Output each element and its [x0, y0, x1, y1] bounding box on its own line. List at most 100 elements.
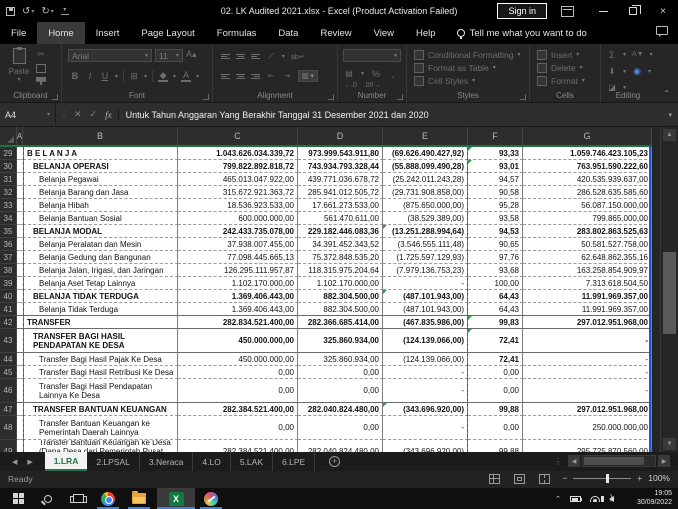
- cell-g37[interactable]: 62.648.862.355,16: [523, 251, 652, 264]
- expand-formula-bar-icon[interactable]: ▾: [662, 111, 678, 119]
- cell-c32[interactable]: 315.672.921.363,72: [178, 186, 298, 199]
- cell-g40[interactable]: 11.991.969.357,00: [523, 290, 652, 303]
- normal-view-icon[interactable]: [489, 474, 500, 484]
- find-select-icon[interactable]: ◉: [632, 66, 642, 77]
- page-layout-view-icon[interactable]: [514, 474, 525, 484]
- cell-g31[interactable]: 420.535.939.637,00: [523, 173, 652, 186]
- wrap-text-icon[interactable]: ab↵: [291, 51, 305, 62]
- row-header-34[interactable]: 34: [0, 212, 17, 225]
- row-header-40[interactable]: 40: [0, 290, 17, 303]
- cell-d49[interactable]: 282.040.824.480,00: [298, 440, 383, 452]
- cell-e46[interactable]: -: [383, 379, 468, 403]
- taskbar-search-icon[interactable]: [36, 488, 60, 509]
- styles-button-format-as-table[interactable]: Format as Table▾: [414, 61, 521, 74]
- sign-in-button[interactable]: Sign in: [497, 3, 547, 19]
- cell-f48[interactable]: 0,00: [468, 416, 523, 440]
- styles-button-conditional-formatting[interactable]: Conditional Formatting▾: [414, 48, 521, 61]
- paste-button[interactable]: Paste ▾: [6, 48, 32, 90]
- column-header-c[interactable]: C: [178, 127, 298, 145]
- cell-e35[interactable]: (13.251.288.994,64): [383, 225, 468, 238]
- insert-function-icon[interactable]: fx: [105, 110, 112, 120]
- row-header-37[interactable]: 37: [0, 251, 17, 264]
- row-header-31[interactable]: 31: [0, 173, 17, 186]
- decrease-decimal-icon[interactable]: .00→: [364, 82, 381, 89]
- styles-dialog-launcher[interactable]: [520, 94, 526, 100]
- cell-f43[interactable]: 72,41: [468, 328, 523, 353]
- italic-icon[interactable]: I: [85, 71, 95, 82]
- menu-tab-view[interactable]: View: [363, 22, 405, 44]
- hscroll-splitter[interactable]: ⋮: [554, 457, 562, 466]
- row-header-33[interactable]: 33: [0, 199, 17, 212]
- ribbon-display-options-icon[interactable]: [561, 6, 574, 17]
- cell-b40[interactable]: BELANJA TIDAK TERDUGA: [23, 290, 178, 303]
- next-sheet-arrow[interactable]: ▶: [27, 458, 32, 466]
- cell-g45[interactable]: -: [523, 366, 652, 379]
- cell-f49[interactable]: 99,88: [468, 440, 523, 452]
- menu-tab-home[interactable]: Home: [37, 22, 84, 44]
- cell-f38[interactable]: 93,68: [468, 264, 523, 277]
- cell-f35[interactable]: 94,53: [468, 225, 523, 238]
- menu-tab-file[interactable]: File: [0, 22, 37, 44]
- zoom-level[interactable]: 100%: [648, 473, 670, 483]
- cell-d45[interactable]: 0,00: [298, 366, 383, 379]
- scroll-right-arrow[interactable]: ▶: [658, 455, 670, 467]
- fill-color-icon[interactable]: ◆: [158, 71, 168, 82]
- cell-c34[interactable]: 600.000.000,00: [178, 212, 298, 225]
- cell-b45[interactable]: Transfer Bagi Hasil Retribusi Ke Desa: [23, 366, 178, 379]
- cell-e45[interactable]: -: [383, 366, 468, 379]
- top-align-icon[interactable]: [221, 53, 230, 60]
- cell-e29[interactable]: (69.626.490.427,92): [383, 147, 468, 160]
- cell-c39[interactable]: 1.102.170.000,00: [178, 277, 298, 290]
- cell-b34[interactable]: Belanja Bantuan Sosial: [23, 212, 178, 225]
- cell-c35[interactable]: 242.433.735.078,00: [178, 225, 298, 238]
- cell-d47[interactable]: 282.040.824.480,00: [298, 402, 383, 416]
- sheet-tab-1-lra[interactable]: 1.LRA: [45, 452, 88, 471]
- cell-d34[interactable]: 561.470.611,00: [298, 212, 383, 225]
- cell-e42[interactable]: (467.835.986,00): [383, 315, 468, 329]
- cell-f31[interactable]: 94,57: [468, 173, 523, 186]
- cell-b37[interactable]: Belanja Gedung dan Bangunan: [23, 251, 178, 264]
- cell-g46[interactable]: -: [523, 379, 652, 403]
- cell-b36[interactable]: Belanja Peralatan dan Mesin: [23, 238, 178, 251]
- column-header-e[interactable]: E: [383, 127, 468, 145]
- increase-indent-icon[interactable]: ⇥: [282, 71, 292, 82]
- cell-g32[interactable]: 286.528.635.585,60: [523, 186, 652, 199]
- row-header-46[interactable]: 46: [0, 379, 17, 403]
- cell-d48[interactable]: 0,00: [298, 416, 383, 440]
- bold-icon[interactable]: B: [70, 71, 80, 82]
- cell-d44[interactable]: 325.860.934,00: [298, 352, 383, 366]
- chrome-taskbar-icon[interactable]: [96, 488, 120, 509]
- cell-e31[interactable]: (25.242.011.243,28): [383, 173, 468, 186]
- cell-g30[interactable]: 763.951.590.222,60: [523, 160, 652, 173]
- restore-button[interactable]: [618, 0, 648, 22]
- cell-g38[interactable]: 163.258.854.909,97: [523, 264, 652, 277]
- cell-c48[interactable]: 0,00: [178, 416, 298, 440]
- cell-e38[interactable]: (7.979.136.753,23): [383, 264, 468, 277]
- cell-f47[interactable]: 99,88: [468, 402, 523, 416]
- cell-c38[interactable]: 126.295.111.957,87: [178, 264, 298, 277]
- cell-f44[interactable]: 72,41: [468, 352, 523, 366]
- cell-g43[interactable]: -: [523, 328, 652, 353]
- cell-c29[interactable]: 1.043.626.034.339,72: [178, 147, 298, 160]
- sheet-tab-3-neraca[interactable]: 3.Neraca: [140, 452, 194, 471]
- merge-center-button[interactable]: ▥ ▾: [298, 70, 318, 82]
- prev-sheet-arrow[interactable]: ◀: [12, 458, 17, 466]
- menu-tab-help[interactable]: Help: [405, 22, 447, 44]
- cell-b48[interactable]: Transfer Bantuan Keuangan ke Pemerintah …: [23, 416, 178, 440]
- cells-button-delete[interactable]: Delete▾: [537, 61, 585, 74]
- cell-e48[interactable]: -: [383, 416, 468, 440]
- name-box[interactable]: A4▾: [0, 103, 56, 127]
- zoom-slider[interactable]: [573, 478, 631, 479]
- cell-f45[interactable]: 0,00: [468, 366, 523, 379]
- row-header-29[interactable]: 29: [0, 147, 17, 160]
- cell-f46[interactable]: 0,00: [468, 379, 523, 403]
- column-header-g[interactable]: G: [523, 127, 652, 145]
- font-name-combo[interactable]: Arial▾: [68, 49, 152, 62]
- page-break-view-icon[interactable]: [539, 474, 550, 484]
- cell-e36[interactable]: (3.546.555.111,48): [383, 238, 468, 251]
- cell-b29[interactable]: B E L A N J A: [23, 147, 178, 160]
- sort-filter-icon[interactable]: A▼: [632, 49, 644, 60]
- number-format-combo[interactable]: ▾: [343, 49, 401, 62]
- cell-c37[interactable]: 77.098.445.665,13: [178, 251, 298, 264]
- zoom-out-icon[interactable]: −: [562, 473, 567, 483]
